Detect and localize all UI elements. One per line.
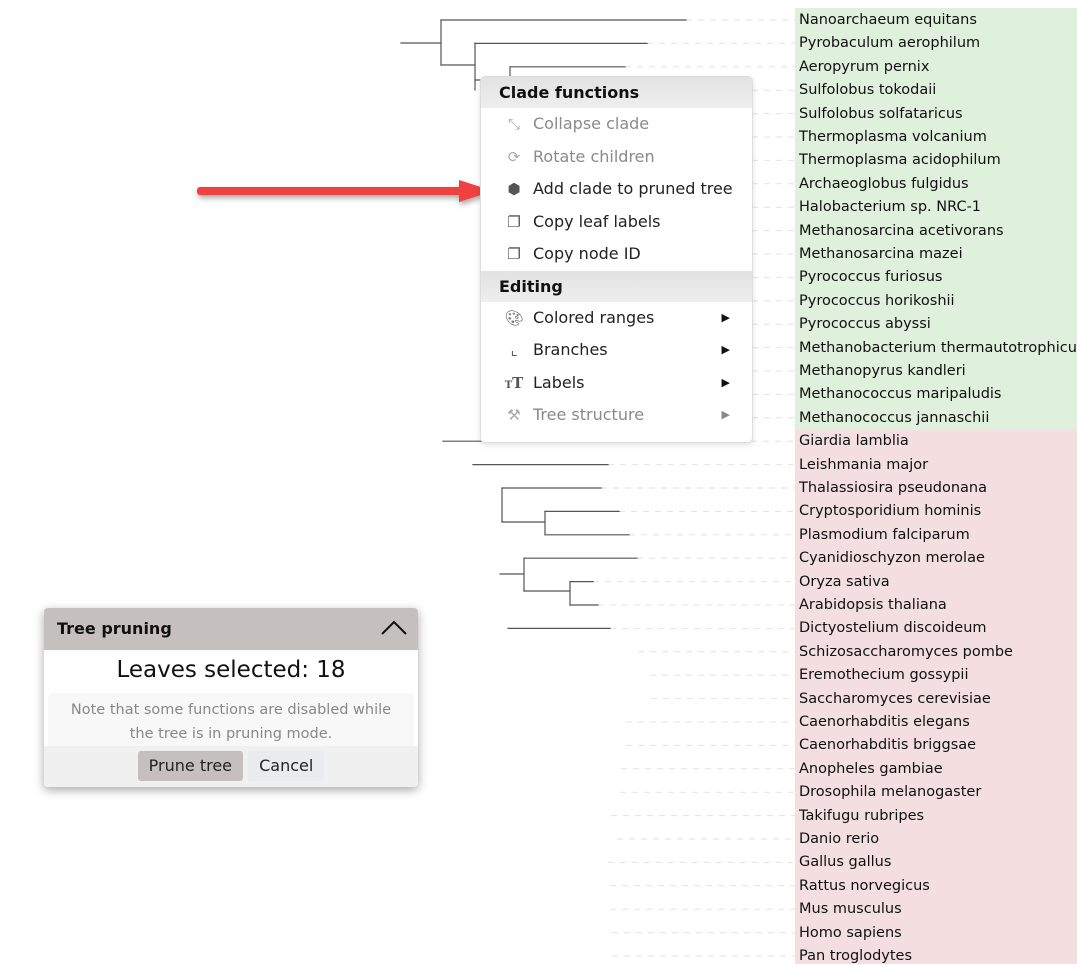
- menu-section-editing: Editing: [481, 270, 752, 302]
- menu-item-copy-leaf-labels[interactable]: ❐ Copy leaf labels: [481, 206, 752, 239]
- menu-item-copy-node-id[interactable]: ❐ Copy node ID: [481, 238, 752, 271]
- leaf-label[interactable]: Oryza sativa: [799, 573, 890, 591]
- rotate-icon: ⟳: [507, 147, 521, 166]
- leaf-label[interactable]: Methanococcus jannaschii: [799, 409, 989, 427]
- menu-item-label: Copy leaf labels: [533, 211, 661, 231]
- leaf-label[interactable]: Gallus gallus: [799, 853, 891, 871]
- leaf-label[interactable]: Eremothecium gossypii: [799, 666, 968, 684]
- leaf-label[interactable]: Takifugu rubripes: [799, 807, 924, 825]
- leaf-label[interactable]: Dictyostelium discoideum: [799, 619, 987, 637]
- copy-icon: ❐: [507, 212, 521, 231]
- menu-item-label: Colored ranges: [533, 307, 655, 327]
- menu-item-add-clade-to-pruned-tree[interactable]: ⬢ Add clade to pruned tree: [481, 173, 752, 206]
- leaf-label[interactable]: Leishmania major: [799, 456, 928, 474]
- leaf-label[interactable]: Giardia lamblia: [799, 432, 909, 450]
- leaf-label[interactable]: Drosophila melanogaster: [799, 783, 981, 801]
- leaf-label[interactable]: Arabidopsis thaliana: [799, 596, 947, 614]
- text-size-icon: TT: [504, 373, 524, 392]
- collapse-icon: ⤡: [507, 115, 520, 133]
- menu-item-branches[interactable]: ⌞ Branches ▶: [481, 334, 752, 367]
- leaf-label[interactable]: Pyrococcus abyssi: [799, 315, 931, 333]
- panel-footer: Prune tree Cancel: [44, 746, 418, 787]
- menu-item-label: Rotate children: [533, 146, 655, 166]
- panel-title: Tree pruning: [57, 619, 172, 638]
- construction-icon: ⚒: [507, 406, 521, 424]
- context-menu: Clade functions ⤡ Collapse clade ⟳ Rotate …: [480, 76, 753, 443]
- panel-header[interactable]: Tree pruning: [44, 608, 418, 650]
- leaf-label[interactable]: Schizosaccharomyces pombe: [799, 643, 1013, 661]
- submenu-caret-icon: ▶: [721, 375, 730, 389]
- leaf-label[interactable]: Pan troglodytes: [799, 947, 912, 965]
- leaf-label[interactable]: Aeropyrum pernix: [799, 58, 929, 76]
- leaf-label[interactable]: Pyrococcus horikoshii: [799, 292, 955, 310]
- menu-item-label: Collapse clade: [533, 114, 650, 133]
- menu-section-clade-functions: Clade functions: [481, 77, 752, 108]
- leaf-label[interactable]: Rattus norvegicus: [799, 877, 930, 895]
- menu-item-label: Labels: [533, 372, 585, 392]
- menu-item-label: Add clade to pruned tree: [533, 179, 733, 198]
- leaf-label[interactable]: Plasmodium falciparum: [799, 526, 970, 544]
- menu-item-label: Copy node ID: [533, 244, 641, 263]
- leaf-label[interactable]: Mus musculus: [799, 900, 902, 918]
- branches-icon: ⌞: [510, 341, 518, 359]
- leaf-label[interactable]: Thermoplasma acidophilum: [799, 151, 1001, 169]
- leaf-label[interactable]: Caenorhabditis elegans: [799, 713, 970, 731]
- leaf-label[interactable]: Anopheles gambiae: [799, 760, 943, 778]
- leaf-label[interactable]: Cryptosporidium hominis: [799, 502, 981, 520]
- submenu-caret-icon: ▶: [721, 408, 730, 421]
- leaf-label[interactable]: Methanobacterium thermautotrophicum: [799, 339, 1077, 357]
- leaf-label[interactable]: Nanoarchaeum equitans: [799, 11, 977, 29]
- menu-item-label: Branches: [533, 340, 608, 359]
- tree-pruning-panel: Tree pruning Leaves selected: 18 Note th…: [44, 608, 418, 787]
- prune-tree-button[interactable]: Prune tree: [137, 751, 244, 781]
- chevron-up-icon[interactable]: [380, 618, 408, 638]
- leaf-label[interactable]: Sulfolobus solfataricus: [799, 105, 963, 123]
- leaf-label[interactable]: Thalassiosira pseudonana: [799, 479, 987, 497]
- leaf-label[interactable]: Halobacterium sp. NRC-1: [799, 198, 981, 216]
- leaves-selected-count: Leaves selected: 18: [116, 657, 346, 683]
- leaf-label[interactable]: Methanosarcina mazei: [799, 245, 963, 263]
- leaf-label[interactable]: Saccharomyces cerevisiae: [799, 690, 991, 708]
- leaf-label[interactable]: Homo sapiens: [799, 924, 902, 942]
- cancel-button[interactable]: Cancel: [248, 751, 325, 781]
- leaf-label[interactable]: Pyrococcus furiosus: [799, 268, 942, 286]
- leaf-label[interactable]: Methanopyrus kandleri: [799, 362, 966, 380]
- plus-hexagon-icon: ⬢: [507, 180, 521, 198]
- leaf-label[interactable]: Caenorhabditis briggsae: [799, 736, 976, 754]
- submenu-caret-icon: ▶: [721, 343, 730, 356]
- menu-item-collapse-clade[interactable]: ⤡ Collapse clade: [481, 108, 752, 141]
- menu-item-rotate-children[interactable]: ⟳ Rotate children: [481, 141, 752, 174]
- leaf-label[interactable]: Thermoplasma volcanium: [799, 128, 987, 146]
- leaf-label[interactable]: Archaeoglobus fulgidus: [799, 175, 969, 193]
- leaf-label[interactable]: Danio rerio: [799, 830, 879, 848]
- leaf-label[interactable]: Pyrobaculum aerophilum: [799, 34, 980, 52]
- menu-item-label: Tree structure: [533, 405, 645, 424]
- leaf-label[interactable]: Methanosarcina acetivorans: [799, 222, 1004, 240]
- leaf-label[interactable]: Methanococcus maripaludis: [799, 385, 1002, 403]
- leaf-label[interactable]: Cyanidioschyzon merolae: [799, 549, 985, 567]
- menu-item-colored-ranges[interactable]: 🎨︎ Colored ranges ▶: [481, 302, 752, 335]
- copy-icon: ❐: [507, 245, 521, 263]
- palette-icon: 🎨︎: [504, 308, 524, 327]
- pruning-note: Note that some functions are disabled wh…: [48, 693, 414, 751]
- menu-item-labels[interactable]: TT Labels ▶: [481, 367, 752, 400]
- leaf-label[interactable]: Sulfolobus tokodaii: [799, 81, 936, 99]
- red-arrow-annotation: [197, 180, 493, 202]
- submenu-caret-icon: ▶: [721, 310, 730, 324]
- menu-item-tree-structure[interactable]: ⚒ Tree structure ▶: [481, 399, 752, 432]
